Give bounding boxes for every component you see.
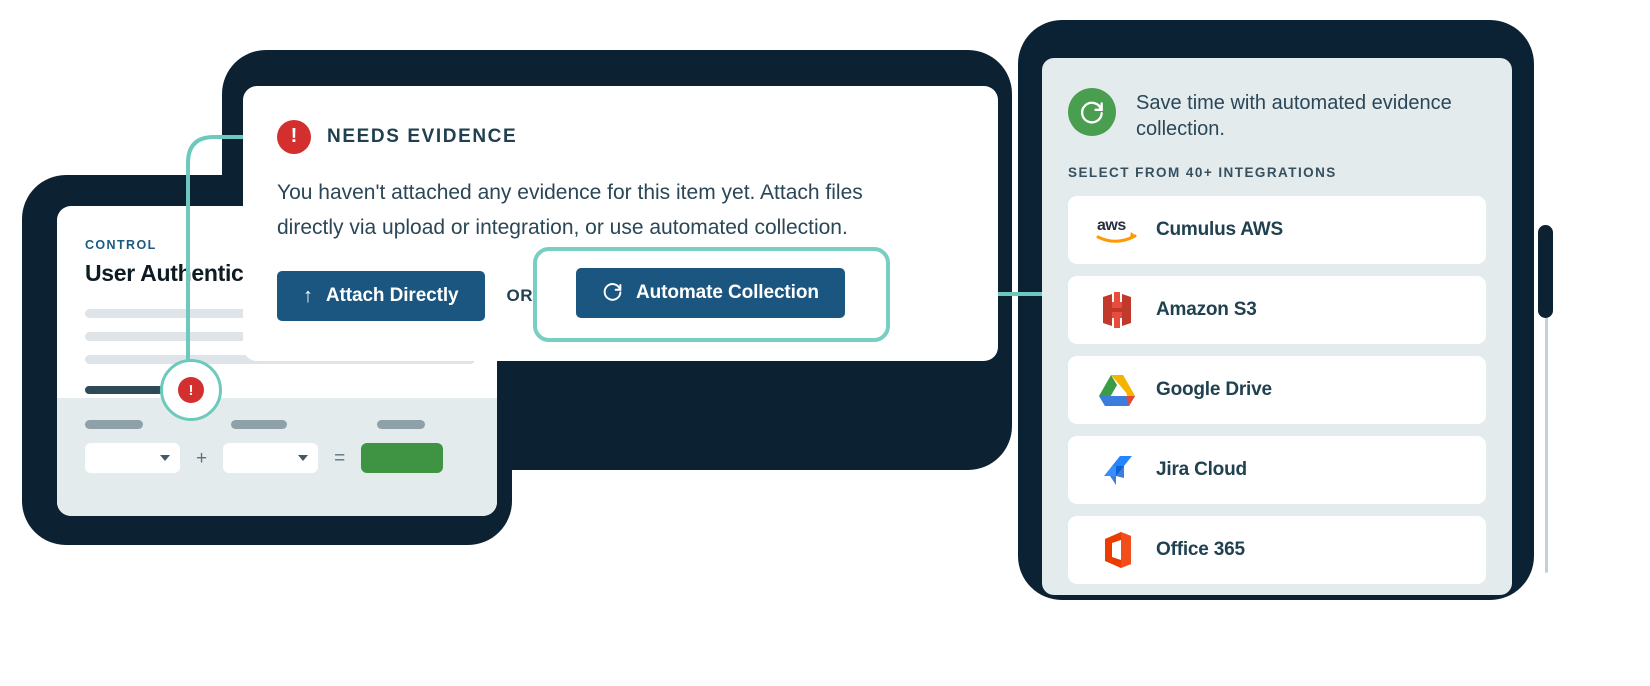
automate-collection-button[interactable]: Automate Collection: [576, 268, 845, 318]
automate-collection-wrapper: Automate Collection: [576, 268, 845, 318]
list-item-label: Office 365: [1156, 538, 1245, 560]
amazon-s3-logo-icon: [1094, 291, 1140, 329]
placeholder-pill: [231, 420, 287, 429]
alert-exclamation-icon: !: [178, 377, 204, 403]
refresh-icon: [602, 281, 623, 306]
integrations-panel: Save time with automated evidence collec…: [1042, 58, 1512, 595]
attach-directly-label: Attach Directly: [325, 285, 459, 307]
aws-logo-icon: aws: [1094, 215, 1140, 245]
integrations-list: aws Cumulus AWS Amazon S3 Google Drive J…: [1068, 195, 1486, 584]
list-item-label: Cumulus AWS: [1156, 218, 1283, 240]
select-right[interactable]: [223, 443, 319, 473]
chevron-down-icon: [160, 455, 170, 461]
control-alert-marker[interactable]: !: [160, 359, 222, 421]
list-item[interactable]: Amazon S3: [1068, 275, 1486, 344]
svg-text:aws: aws: [1097, 217, 1126, 234]
needs-evidence-description: You haven't attached any evidence for th…: [277, 181, 863, 239]
illustration-stage: CONTROL User Authentication + = ! ! NEED…: [0, 0, 1650, 686]
needs-evidence-header: ! NEEDS EVIDENCE: [277, 120, 964, 154]
control-card-footer: + =: [57, 398, 497, 516]
placeholder-pill: [377, 420, 425, 429]
needs-evidence-title: NEEDS EVIDENCE: [327, 126, 518, 147]
result-indicator: [361, 443, 444, 473]
upload-arrow-icon: ↑: [303, 285, 313, 308]
select-left[interactable]: [85, 443, 180, 473]
panel-headline-row: Save time with automated evidence collec…: [1068, 88, 1486, 143]
list-item[interactable]: Office 365: [1068, 515, 1486, 584]
list-item-label: Jira Cloud: [1156, 458, 1247, 480]
equals-operator: =: [334, 447, 346, 469]
alert-exclamation-icon: !: [277, 120, 311, 154]
chevron-down-icon: [298, 455, 309, 461]
refresh-circle-icon: [1068, 88, 1116, 136]
integrations-section-heading: SELECT FROM 40+ INTEGRATIONS: [1068, 164, 1337, 180]
list-item-label: Amazon S3: [1156, 298, 1257, 320]
placeholder-pill: [85, 420, 143, 429]
office365-logo-icon: [1094, 531, 1140, 569]
attach-directly-button[interactable]: ↑ Attach Directly: [277, 271, 485, 322]
panel-headline: Save time with automated evidence collec…: [1136, 92, 1452, 141]
or-separator-label: OR: [506, 286, 534, 306]
footer-field-row: + =: [85, 443, 469, 473]
list-item[interactable]: Jira Cloud: [1068, 435, 1486, 504]
footer-label-row: [85, 420, 469, 429]
plus-operator: +: [196, 447, 208, 469]
jira-logo-icon: [1094, 453, 1140, 487]
list-item[interactable]: aws Cumulus AWS: [1068, 195, 1486, 264]
google-drive-logo-icon: [1094, 373, 1140, 407]
automate-collection-label: Automate Collection: [636, 282, 819, 303]
list-item-label: Google Drive: [1156, 378, 1272, 400]
list-item[interactable]: Google Drive: [1068, 355, 1486, 424]
placeholder-line-dark: [85, 386, 163, 394]
panel-scrollbar-thumb[interactable]: [1538, 225, 1553, 318]
